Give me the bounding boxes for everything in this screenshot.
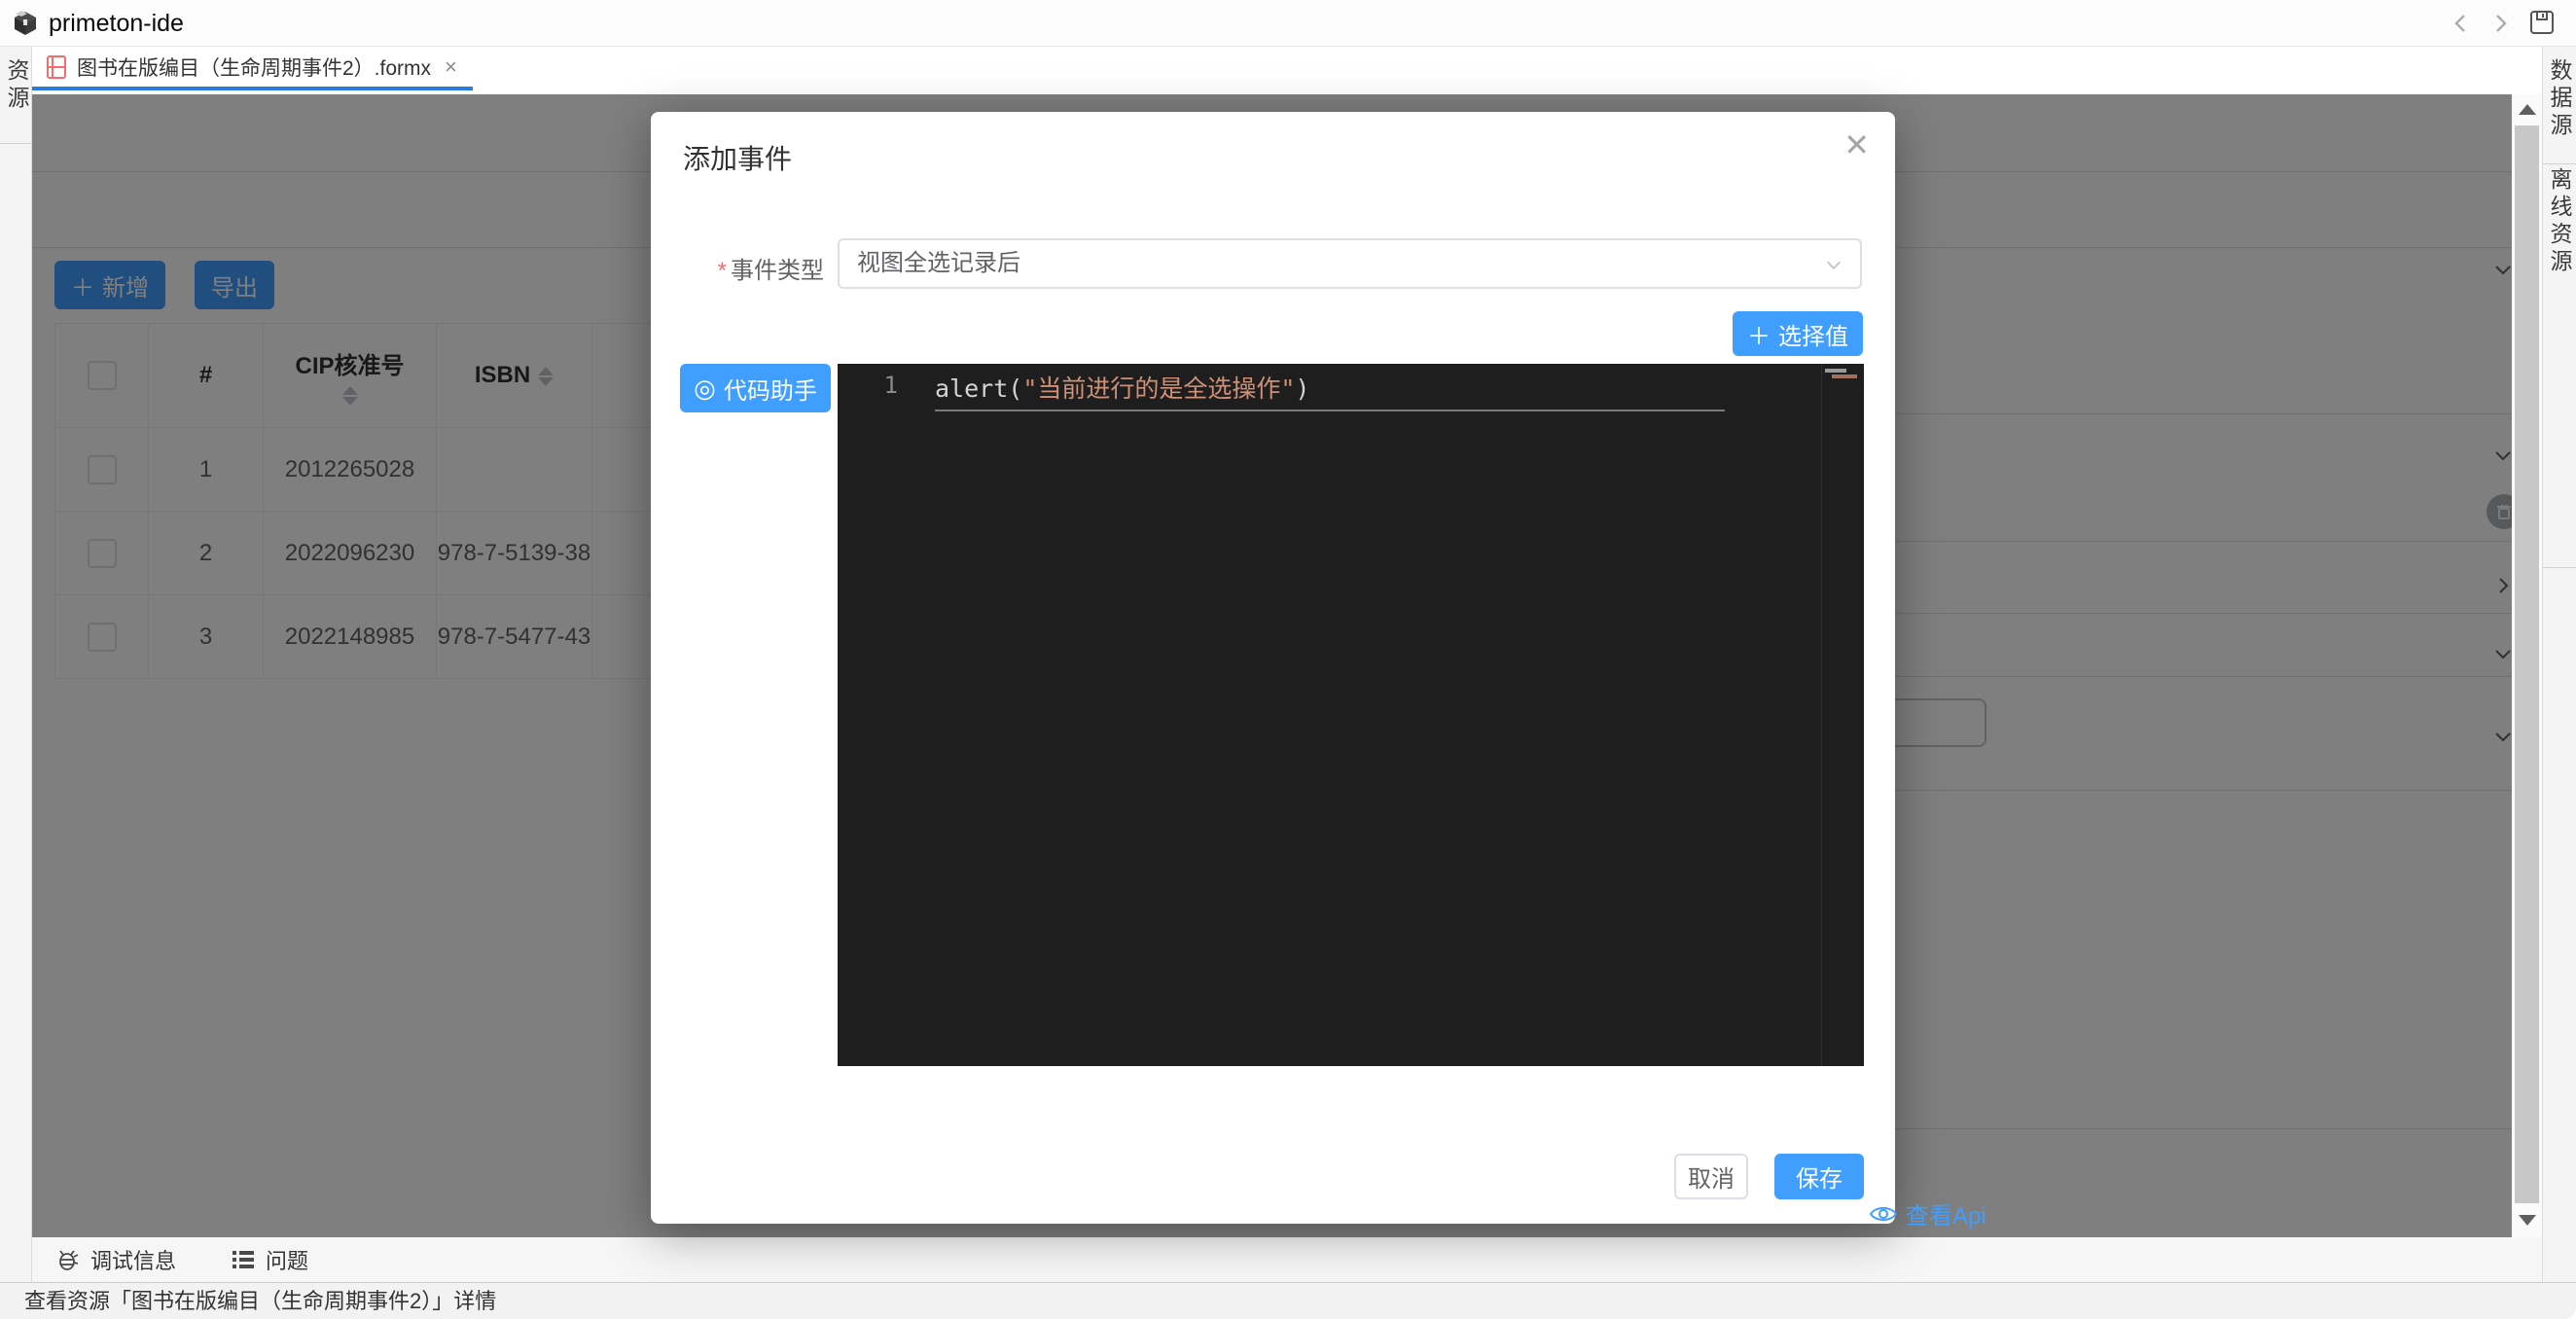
code-line[interactable]: alert("当前进行的是全选操作") [935,370,1309,405]
select-value-button[interactable]: ＋ 选择值 [1733,311,1863,356]
scroll-up-arrow[interactable] [2519,104,2536,115]
nav-back-icon[interactable] [2448,10,2475,37]
divider [0,143,31,144]
minimap-code-mark [1825,369,1846,373]
tab-form-file[interactable]: 图书在版编目（生命周期事件2）.formx × [32,47,473,90]
right-sidebar: 数据源 离线资源 [2542,47,2576,1286]
event-type-label: *事件类型 [651,251,824,285]
event-type-select[interactable]: 视图全选记录后 [838,238,1862,289]
save-button[interactable]: 保存 [1774,1154,1864,1199]
sidebar-item-resources[interactable]: 资源 [0,58,33,113]
title-bar: primeton-ide [0,0,2576,47]
eye-icon [1869,1203,1898,1225]
code-assistant-button[interactable]: ◎ 代码助手 [680,364,831,412]
sidebar-item-offline-resources[interactable]: 离线资源 [2543,167,2576,276]
code-underline [935,410,1725,411]
debug-info-tab[interactable]: 调试信息 [55,1244,176,1275]
status-text: 查看资源「图书在版编目（生命周期事件2）」详情 [24,1283,496,1319]
left-sidebar: 资源 [0,47,32,1286]
add-event-dialog: 添加事件 ✕ *事件类型 视图全选记录后 ＋ 选择值 ◎ 代码助手 1 aler… [651,112,1895,1224]
sidebar-item-datasource[interactable]: 数据源 [2543,58,2576,140]
bug-icon [55,1247,81,1272]
minimap[interactable] [1821,364,1864,1066]
required-mark: * [718,258,727,284]
cancel-button[interactable]: 取消 [1674,1154,1748,1199]
nav-forward-icon[interactable] [2487,10,2514,37]
minimap-string-mark [1832,374,1857,378]
scroll-down-arrow[interactable] [2519,1215,2536,1226]
line-number: 1 [838,372,898,399]
plus-icon: ＋ [1747,317,1771,351]
view-api-link[interactable]: 查看Api [1869,1196,1986,1230]
divider [2543,163,2576,164]
bottom-panel-bar: 调试信息 问题 [32,1237,2542,1282]
code-editor[interactable]: 1 alert("当前进行的是全选操作") [838,364,1864,1066]
dialog-close-icon[interactable]: ✕ [1843,129,1870,160]
event-type-value: 视图全选记录后 [857,240,1020,287]
status-bar: 查看资源「图书在版编目（生命周期事件2）」详情 [0,1282,2576,1319]
scrollbar-thumb[interactable] [2515,125,2539,1203]
tab-bar: 图书在版编目（生命周期事件2）.formx × [32,47,2512,94]
file-icon [46,54,67,80]
vertical-scrollbar[interactable] [2512,94,2542,1237]
tab-title: 图书在版编目（生命周期事件2）.formx [77,53,431,82]
list-icon [231,1247,256,1272]
app-logo-icon [12,10,39,37]
problems-tab[interactable]: 问题 [231,1244,308,1275]
tab-close-icon[interactable]: × [445,54,457,80]
app-window: primeton-ide 资源 数据源 离线资源 图书在版编目（生命周期事件2）… [0,0,2576,1319]
app-title: primeton-ide [49,0,184,47]
code-assistant-icon: ◎ [694,375,716,401]
save-icon[interactable] [2527,8,2557,37]
dialog-title: 添加事件 [683,138,792,177]
chevron-down-icon [1823,254,1844,275]
divider [2543,567,2576,568]
